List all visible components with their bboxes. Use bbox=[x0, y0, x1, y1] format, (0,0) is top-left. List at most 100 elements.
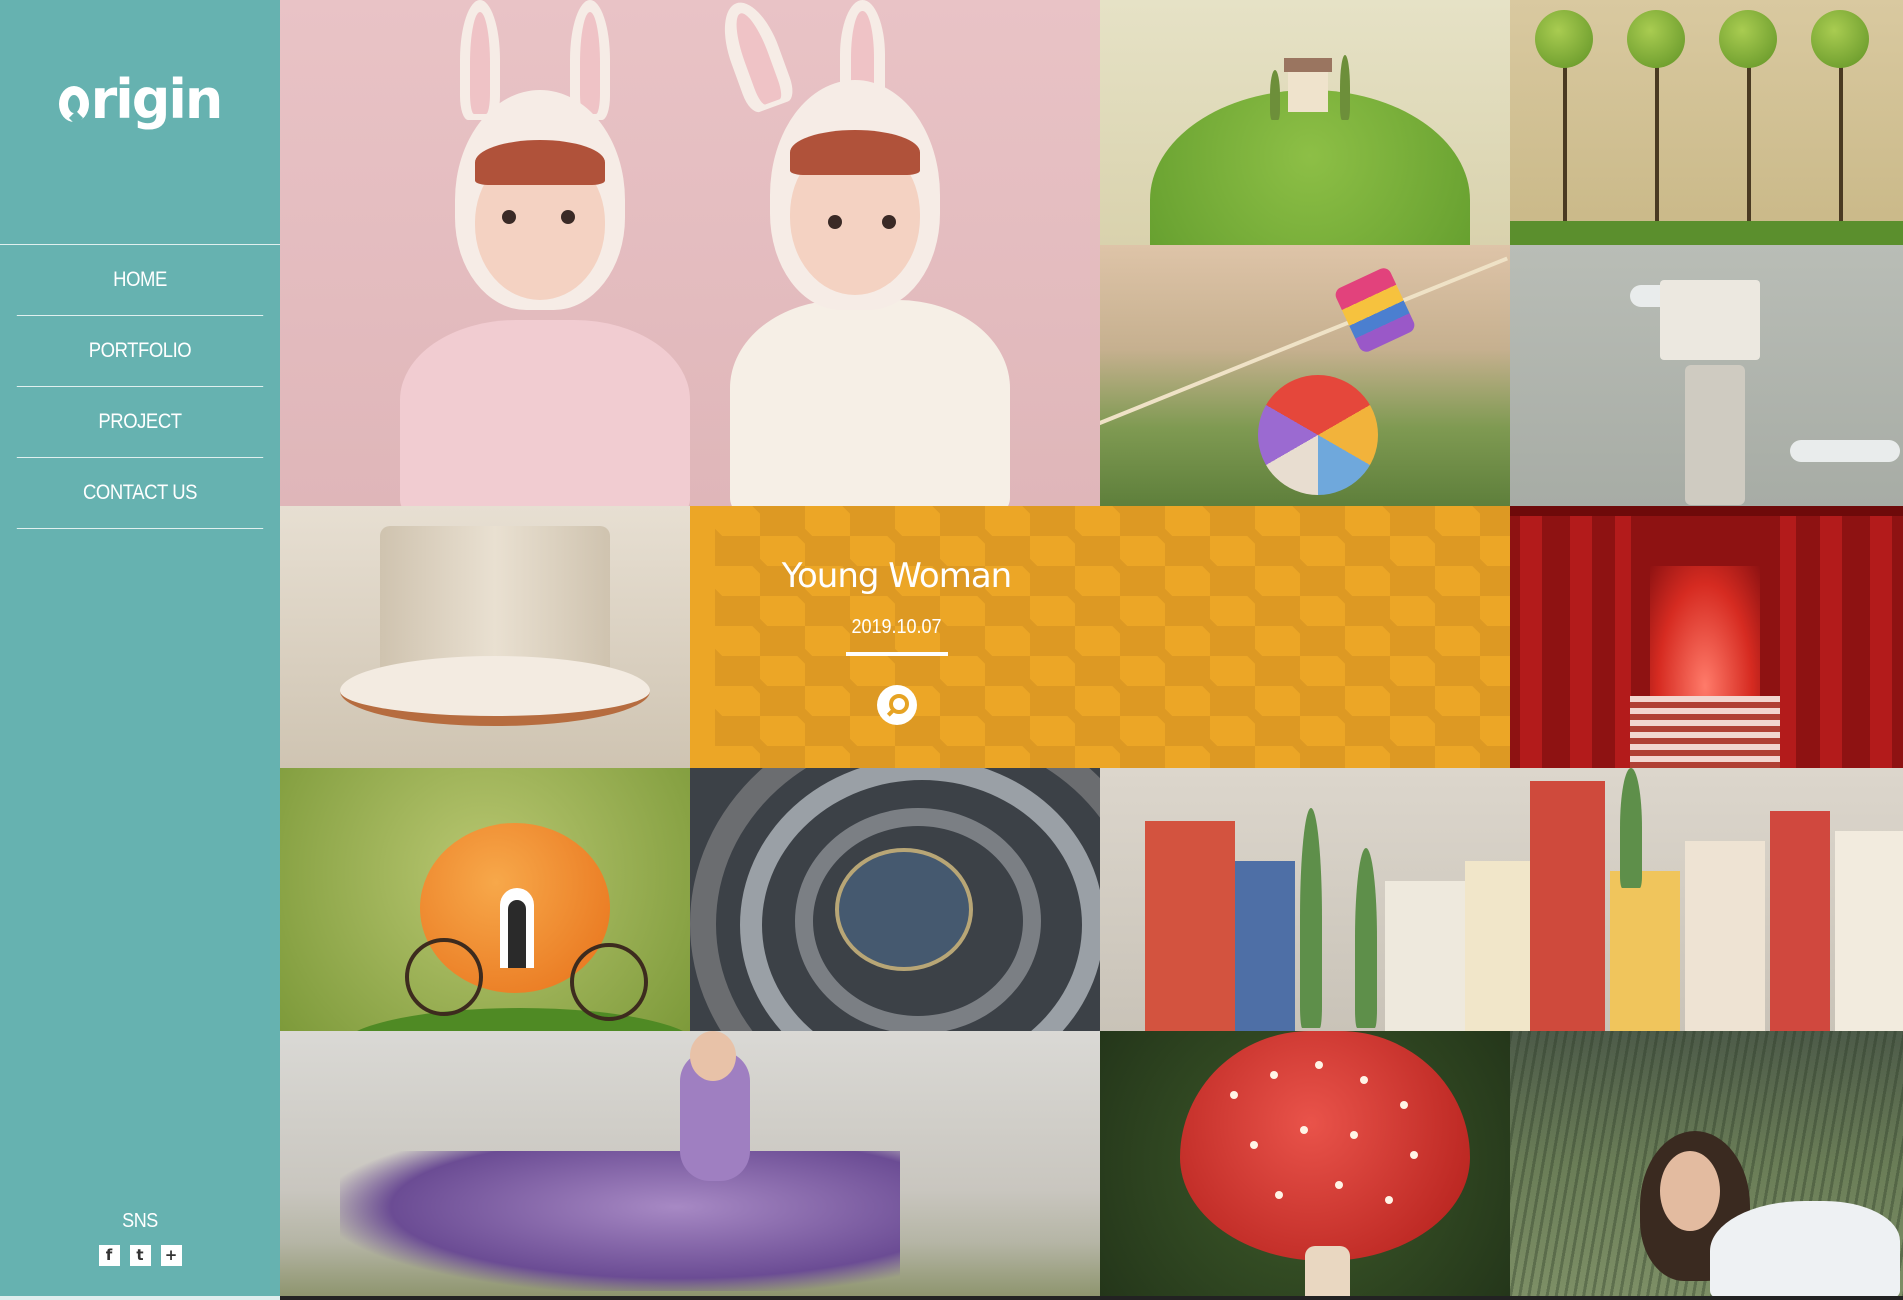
house-shape bbox=[1770, 811, 1830, 1031]
facebook-icon[interactable]: f bbox=[98, 1245, 120, 1266]
gate-pillar bbox=[1780, 506, 1796, 768]
grass-strip bbox=[1510, 221, 1903, 245]
hill-shape bbox=[1150, 90, 1470, 245]
sns-section: SNS f t + bbox=[0, 1210, 280, 1266]
cap-dot bbox=[1250, 1141, 1258, 1149]
house-shape bbox=[1835, 831, 1903, 1031]
gallery-item-red-gates[interactable] bbox=[1510, 506, 1903, 768]
face-shape bbox=[1660, 1151, 1720, 1231]
figure-eye bbox=[561, 210, 575, 224]
search-icon[interactable] bbox=[877, 685, 917, 725]
twitter-icon[interactable]: t bbox=[129, 1245, 151, 1266]
featured-date: 2019.10.07 bbox=[851, 616, 942, 638]
cloud-shape bbox=[1790, 440, 1900, 462]
dress-shape bbox=[340, 1151, 900, 1291]
gallery-item-spiral-staircase[interactable] bbox=[690, 768, 1100, 1031]
house-shape bbox=[1465, 861, 1535, 1031]
gate-pillar bbox=[1520, 506, 1542, 768]
gallery-item-bunny-girls[interactable] bbox=[280, 0, 1100, 506]
tree-shape bbox=[1355, 848, 1377, 1028]
figure-body bbox=[730, 300, 1010, 506]
gate-pillar bbox=[1870, 506, 1892, 768]
house-shape bbox=[1610, 871, 1680, 1031]
sns-label: SNS bbox=[122, 1210, 158, 1232]
bottom-edge bbox=[280, 1296, 1903, 1300]
cap-dot bbox=[1350, 1131, 1358, 1139]
gate-pillar bbox=[1615, 506, 1631, 768]
nav-item-home[interactable]: HOME bbox=[16, 245, 264, 316]
tree-crown bbox=[1627, 10, 1685, 68]
cap-dot bbox=[1275, 1191, 1283, 1199]
top-hat bbox=[1333, 265, 1417, 355]
logo-text: rigin bbox=[90, 68, 224, 131]
nav-item-project[interactable]: PROJECT bbox=[16, 387, 264, 458]
tree-shape bbox=[1300, 808, 1322, 1028]
gallery-item-hill-house[interactable] bbox=[1100, 0, 1510, 245]
brand-logo[interactable]: rigin bbox=[0, 68, 280, 131]
ear-shape bbox=[460, 0, 500, 120]
tree-crown bbox=[1811, 10, 1869, 68]
figure-eye bbox=[882, 215, 896, 229]
cap-dot bbox=[1230, 1091, 1238, 1099]
gallery-item-castle-tower[interactable] bbox=[1510, 245, 1903, 506]
gallery-item-pumpkin-carriage[interactable] bbox=[280, 768, 690, 1031]
cake-plate bbox=[340, 656, 650, 726]
mushroom-cap bbox=[1180, 1031, 1470, 1261]
house-roof bbox=[1284, 58, 1332, 72]
portfolio-gallery: Young Woman 2019.10.07 bbox=[280, 0, 1903, 1296]
featured-divider bbox=[846, 652, 948, 656]
gallery-item-ball-on-rope[interactable] bbox=[1100, 245, 1510, 506]
gallery-item-featured[interactable]: Young Woman 2019.10.07 bbox=[690, 506, 1510, 768]
gallery-item-castle-cake[interactable] bbox=[280, 506, 690, 768]
nav-item-portfolio[interactable]: PORTFOLIO bbox=[16, 316, 264, 387]
cap-dot bbox=[1410, 1151, 1418, 1159]
tree-shape bbox=[1340, 55, 1350, 120]
featured-title: Young Woman bbox=[781, 556, 1012, 596]
stairs-shape bbox=[1630, 696, 1780, 768]
nav-item-contact-us[interactable]: CONTACT US bbox=[16, 458, 264, 529]
figure-eye bbox=[502, 210, 516, 224]
striped-ball bbox=[1258, 375, 1378, 495]
house-shape bbox=[1288, 72, 1328, 112]
tree-crown bbox=[1719, 10, 1777, 68]
house-shape bbox=[1685, 841, 1765, 1031]
cap-dot bbox=[1360, 1076, 1368, 1084]
gallery-item-round-trees[interactable] bbox=[1510, 0, 1903, 245]
sns-icons: f t + bbox=[0, 1245, 280, 1266]
wheel-shape bbox=[570, 943, 648, 1021]
tree-shape bbox=[1620, 768, 1642, 888]
gallery-item-woman-in-grass[interactable] bbox=[1510, 1031, 1903, 1296]
wheel-shape bbox=[405, 938, 483, 1016]
castle-shape bbox=[1660, 280, 1760, 360]
cap-dot bbox=[1300, 1126, 1308, 1134]
house-shape bbox=[1235, 861, 1295, 1031]
cap-dot bbox=[1270, 1071, 1278, 1079]
cap-dot bbox=[1400, 1101, 1408, 1109]
tree-shape bbox=[1270, 70, 1280, 120]
plus-icon[interactable]: + bbox=[160, 1245, 182, 1266]
cap-dot bbox=[1385, 1196, 1393, 1204]
ear-shape bbox=[712, 0, 798, 116]
tree-crown bbox=[1535, 10, 1593, 68]
sidebar: rigin HOME PORTFOLIO PROJECT CONTACT US … bbox=[0, 0, 280, 1300]
house-shape bbox=[1530, 781, 1605, 1031]
cap-dot bbox=[1315, 1061, 1323, 1069]
gallery-item-red-mushroom[interactable] bbox=[1100, 1031, 1510, 1296]
figure-hair bbox=[790, 130, 920, 175]
gallery-item-colorful-houses[interactable] bbox=[1100, 768, 1903, 1031]
ground-shape bbox=[340, 1008, 690, 1031]
figure-hair bbox=[475, 140, 605, 185]
mushroom-stem bbox=[1305, 1246, 1350, 1296]
house-shape bbox=[1385, 881, 1465, 1031]
cap-dot bbox=[1335, 1181, 1343, 1189]
gallery-item-woman-purple-dress[interactable] bbox=[280, 1031, 1100, 1296]
figure-body bbox=[400, 320, 690, 506]
logo-mark-icon bbox=[58, 86, 89, 122]
figure-eye bbox=[828, 215, 842, 229]
head-shape bbox=[690, 1031, 736, 1081]
main-nav: HOME PORTFOLIO PROJECT CONTACT US bbox=[0, 244, 280, 529]
pumpkin-door bbox=[500, 888, 534, 968]
house-shape bbox=[1145, 821, 1235, 1031]
gate-pillar bbox=[1820, 506, 1842, 768]
stair-ring bbox=[835, 848, 973, 971]
